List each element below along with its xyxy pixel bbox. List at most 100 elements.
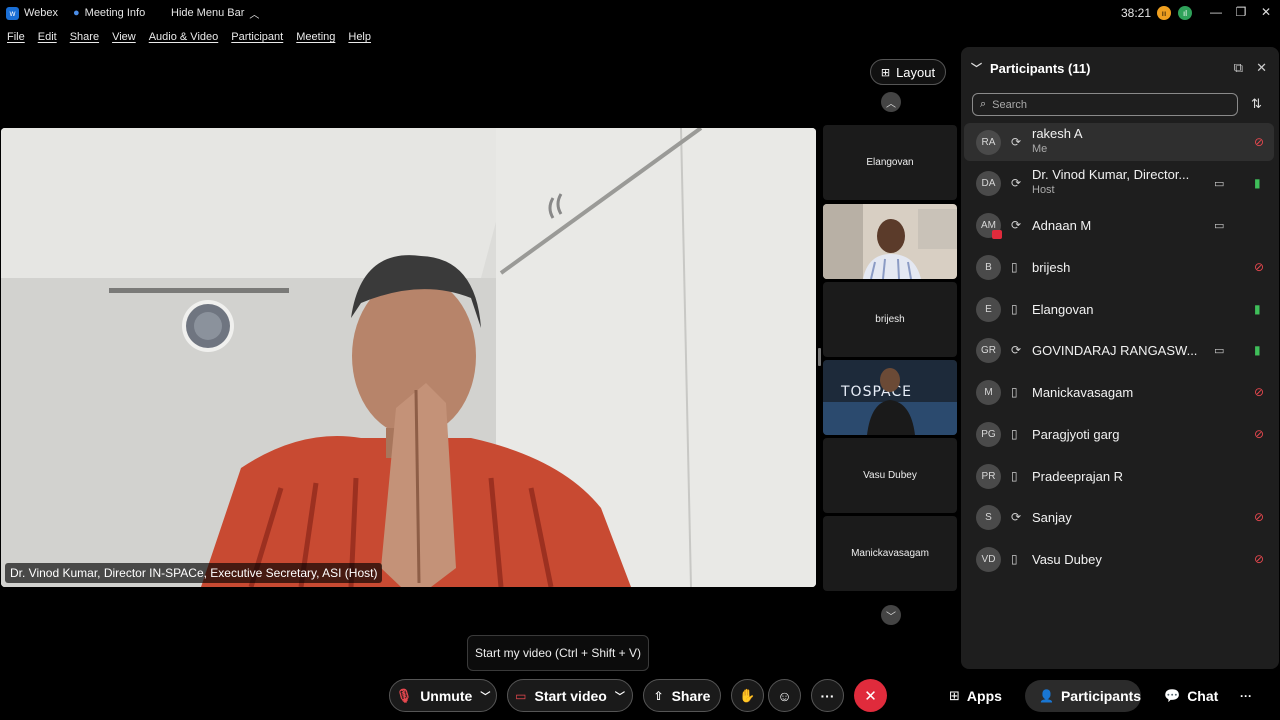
avatar: E (976, 296, 1001, 322)
apps-button[interactable]: ⊞ Apps (935, 680, 1016, 712)
scroll-down-icon[interactable]: ﹀ (881, 605, 901, 625)
thumbnail-video-1[interactable] (823, 204, 957, 279)
hide-menu-bar-button[interactable]: Hide Menu Bar ︿ (171, 6, 259, 21)
mic-icon[interactable]: ▮ (1254, 176, 1261, 190)
menu-help[interactable]: Help (348, 31, 371, 43)
participant-video-image (823, 204, 957, 279)
avatar: S (976, 504, 1001, 530)
participant-name: Dr. Vinod Kumar, Director... (1032, 167, 1190, 182)
unmute-label: Unmute (420, 687, 473, 704)
avatar: PR (976, 463, 1001, 489)
participant-row[interactable]: S ⟳ Sanjay ⊘ (964, 498, 1274, 536)
raise-hand-button[interactable]: ✋ (731, 679, 764, 712)
start-video-label: Start video (534, 687, 607, 704)
share-button[interactable]: ⇧ Share (643, 679, 721, 712)
participant-role: Me (1032, 143, 1048, 155)
participant-name: Sanjay (1032, 509, 1072, 525)
resize-handle[interactable] (818, 348, 821, 366)
unmute-button[interactable]: 🎙 Unmute ﹀ (389, 679, 497, 712)
close-window-icon[interactable]: ✕ (1256, 4, 1276, 20)
chat-button[interactable]: 💬 Chat (1150, 680, 1232, 712)
leave-meeting-button[interactable]: ✕ (854, 679, 887, 712)
close-panel-icon[interactable]: ✕ (1256, 60, 1267, 76)
participant-row[interactable]: PR ▯ Pradeeprajan R (964, 457, 1274, 495)
camera-icon: ▭ (1214, 219, 1225, 232)
thumbnail-video-2[interactable]: TOSPACE (823, 360, 957, 435)
layout-icon: ⊞ (880, 66, 891, 79)
participants-button[interactable]: 👤 Participants (1025, 680, 1141, 712)
participant-name: rakesh A (1032, 126, 1083, 141)
more-panels-button[interactable]: ··· (1232, 680, 1260, 712)
participant-row[interactable]: PG ▯ Paragjyoti garg ⊘ (964, 415, 1274, 453)
sort-icon[interactable]: ⇅ (1251, 96, 1262, 112)
participants-panel: ﹀ Participants (11) ⧉ ✕ ⌕ Search ⇅ RA ⟳ ra… (961, 47, 1279, 669)
mic-muted-icon[interactable]: ⊘ (1254, 260, 1264, 274)
menu-participant[interactable]: Participant (231, 31, 283, 43)
participant-row[interactable]: RA ⟳ rakesh A Me ⊘ (964, 123, 1274, 161)
avatar: RA (976, 129, 1001, 155)
svg-text:TOSPACE: TOSPACE (840, 384, 912, 400)
thumbnail-brijesh[interactable]: brijesh (823, 282, 957, 357)
mic-muted-icon[interactable]: ⊘ (1254, 510, 1264, 524)
chevron-down-icon[interactable]: ﹀ (480, 688, 490, 703)
participant-row[interactable]: M ▯ Manickavasagam ⊘ (964, 373, 1274, 411)
network-status-icon[interactable]: ıl (1178, 6, 1192, 20)
thumbnail-elangovan[interactable]: Elangovan (823, 125, 957, 200)
menu-share[interactable]: Share (70, 31, 99, 43)
app-name: Webex (24, 7, 59, 19)
chevron-down-icon[interactable]: ﹀ (971, 60, 982, 76)
close-icon: ✕ (864, 687, 877, 705)
active-speaker-video[interactable]: Dr. Vinod Kumar, Director IN-SPACe, Exec… (1, 128, 816, 587)
participant-row[interactable]: E ▯ Elangovan ▮ (964, 290, 1274, 328)
popout-icon[interactable]: ⧉ (1234, 60, 1243, 76)
apps-icon: ⊞ (949, 688, 960, 703)
start-video-button[interactable]: ▭ Start video ﹀ (507, 679, 633, 712)
share-icon: ⇧ (653, 688, 664, 703)
share-label: Share (671, 687, 711, 704)
thumbnail-vasu-dubey[interactable]: Vasu Dubey (823, 438, 957, 513)
participant-row[interactable]: B ▯ brijesh ⊘ (964, 248, 1274, 286)
mic-icon[interactable]: ▮ (1254, 302, 1261, 316)
participant-row[interactable]: GR ⟳ GOVINDARAJ RANGASW... ▭ ▮ (964, 331, 1274, 369)
sync-device-icon: ⟳ (1011, 176, 1022, 190)
recording-status-icon[interactable]: ıı (1157, 6, 1171, 20)
minimize-icon[interactable]: — (1206, 4, 1226, 20)
sync-device-icon: ⟳ (1011, 218, 1022, 232)
avatar: B (976, 254, 1001, 280)
meeting-info-label: Meeting Info (84, 7, 146, 19)
title-bar: w Webex ● Meeting Info Hide Menu Bar ︿ 3… (0, 0, 1280, 26)
layout-button[interactable]: ⊞ Layout (870, 59, 946, 85)
maximize-icon[interactable]: ❐ (1231, 4, 1251, 20)
mic-muted-icon[interactable]: ⊘ (1254, 427, 1264, 441)
menu-meeting[interactable]: Meeting (296, 31, 335, 43)
mic-muted-icon[interactable]: ⊘ (1254, 385, 1264, 399)
search-placeholder: Search (992, 98, 1028, 111)
menu-audio-video[interactable]: Audio & Video (149, 31, 219, 43)
meeting-info-button[interactable]: ● Meeting Info (73, 7, 145, 19)
participant-name: Manickavasagam (1032, 384, 1134, 400)
menu-edit[interactable]: Edit (38, 31, 57, 43)
thumbnail-manickavasagam[interactable]: Manickavasagam (823, 516, 957, 591)
search-icon: ⌕ (980, 98, 987, 110)
participant-row[interactable]: AM ⟳ Adnaan M ▭ (964, 206, 1274, 244)
sync-device-icon: ⟳ (1011, 510, 1022, 524)
participant-row[interactable]: DA ⟳ Dr. Vinod Kumar, Director... Host ▭ ▮ (964, 164, 1274, 202)
participant-row[interactable]: VD ▯ Vasu Dubey ⊘ (964, 540, 1274, 578)
speaker-name-tag: Dr. Vinod Kumar, Director IN-SPACe, Exec… (5, 563, 383, 583)
reactions-button[interactable]: ☺ (768, 679, 801, 712)
menu-view[interactable]: View (112, 31, 136, 43)
participant-search-input[interactable]: ⌕ Search (972, 93, 1238, 116)
people-icon: 👤 (1039, 689, 1054, 703)
participants-title: Participants (11) (990, 60, 1091, 76)
menu-file[interactable]: File (7, 31, 25, 43)
more-options-button[interactable]: ··· (811, 679, 844, 712)
mic-icon[interactable]: ▮ (1254, 343, 1261, 357)
phone-icon: ▯ (1011, 302, 1018, 316)
camera-icon: ▭ (1214, 344, 1225, 357)
thumbnail-label: Vasu Dubey (863, 470, 917, 481)
scroll-up-icon[interactable]: ︿ (881, 92, 901, 112)
mic-muted-icon[interactable]: ⊘ (1254, 135, 1264, 149)
thumbnail-label: brijesh (875, 314, 905, 325)
mic-muted-icon[interactable]: ⊘ (1254, 552, 1264, 566)
chevron-down-icon[interactable]: ﹀ (615, 688, 625, 703)
